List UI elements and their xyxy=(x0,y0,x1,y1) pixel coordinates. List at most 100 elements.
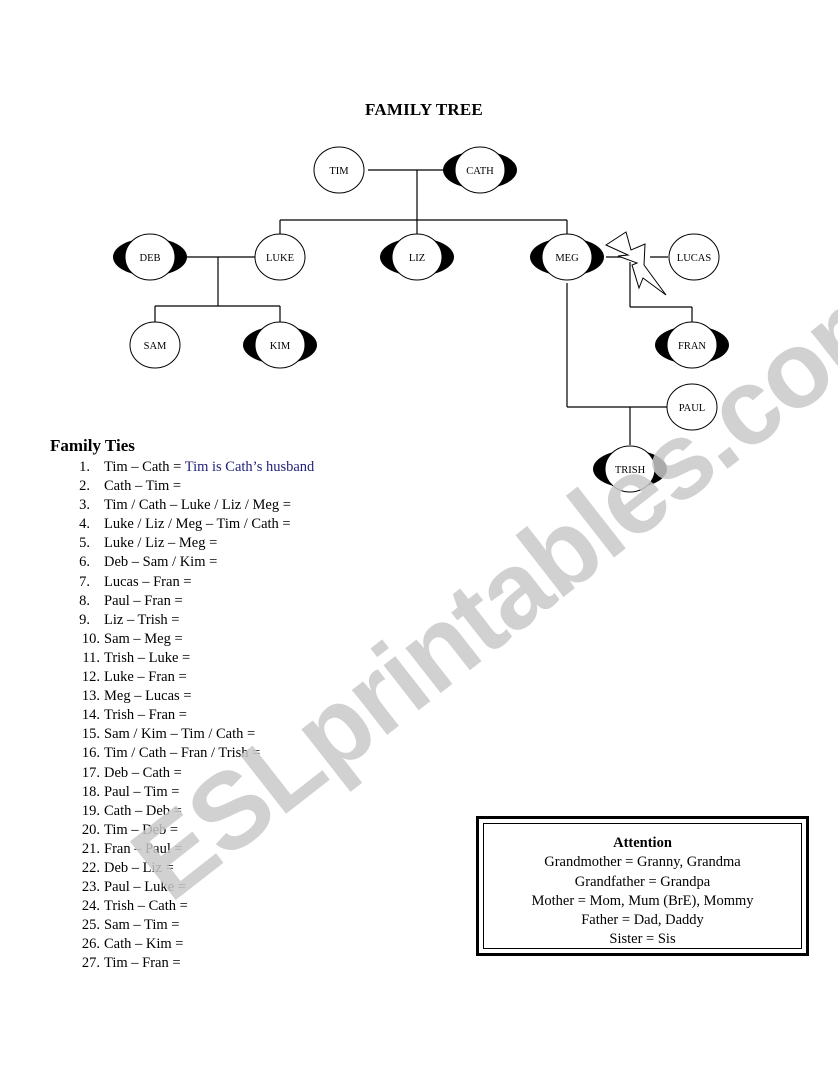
tie-item: 14. Trish – Fran = xyxy=(50,706,314,725)
tie-number: 27. xyxy=(81,955,100,972)
tie-question: Cath – Deb = xyxy=(104,802,182,819)
tie-question: Sam / Kim – Tim / Cath = xyxy=(104,726,256,743)
tie-question: Paul – Luke = xyxy=(104,879,186,896)
person-name-label: TRISH xyxy=(615,465,646,476)
tie-number: 15. xyxy=(81,726,100,743)
person-node-trish: TRISH xyxy=(593,445,667,493)
tie-number: 17. xyxy=(81,764,100,781)
attention-heading: Attention xyxy=(613,835,672,851)
tie-question: Tim / Cath – Luke / Liz / Meg = xyxy=(104,497,291,514)
tie-number: 21. xyxy=(81,840,100,857)
tie-question: Tim – Deb = xyxy=(104,821,179,838)
tie-number: 9. xyxy=(79,611,90,628)
person-name-label: KIM xyxy=(270,341,291,352)
tie-question: Luke – Fran = xyxy=(104,669,187,686)
tie-number: 1. xyxy=(79,459,90,475)
tie-item: 20. Tim – Deb = xyxy=(50,821,314,840)
person-name-label: LIZ xyxy=(409,253,425,264)
person-name-label: LUCAS xyxy=(677,253,712,264)
tie-question: Tim – Fran = xyxy=(104,955,181,972)
tie-question: Lucas – Fran = xyxy=(104,573,192,590)
person-node-luke: LUKE xyxy=(254,233,306,281)
person-name-label: MEG xyxy=(555,253,579,264)
tie-item: 7. Lucas – Fran = xyxy=(50,573,314,592)
tie-item: 11. Trish – Luke = xyxy=(50,649,314,668)
tie-number: 26. xyxy=(81,936,100,953)
tie-question: Trish – Luke = xyxy=(104,649,191,666)
tie-number: 6. xyxy=(79,554,90,571)
person-node-kim: KIM xyxy=(243,321,317,369)
tie-number: 22. xyxy=(81,859,100,876)
tie-question: Paul – Tim = xyxy=(104,783,180,800)
tie-item: 17. Deb – Cath = xyxy=(50,764,314,783)
tie-number: 20. xyxy=(81,821,100,838)
tie-item: 25. Sam – Tim = xyxy=(50,916,314,935)
tie-item: 3. Tim / Cath – Luke / Liz / Meg = xyxy=(50,496,314,515)
tie-number: 11. xyxy=(82,649,100,666)
tie-item: 23. Paul – Luke = xyxy=(50,878,314,897)
person-node-paul: PAUL xyxy=(666,383,718,431)
tie-number: 19. xyxy=(81,802,100,819)
tie-question: Deb – Cath = xyxy=(104,764,182,781)
tie-item: 21. Fran – Paul = xyxy=(50,840,314,859)
tie-question: Luke / Liz / Meg – Tim / Cath = xyxy=(104,516,291,533)
person-node-fran: FRAN xyxy=(655,321,729,369)
tie-item: 16. Tim / Cath – Fran / Trish = xyxy=(50,744,314,763)
tie-number: 2. xyxy=(79,478,90,495)
tie-question: Trish – Cath = xyxy=(104,898,188,915)
tie-number: 5. xyxy=(79,535,90,552)
tie-number: 8. xyxy=(79,592,90,609)
tie-number: 3. xyxy=(79,497,90,514)
person-node-sam: SAM xyxy=(129,321,181,369)
tie-item: 24. Trish – Cath = xyxy=(50,897,314,916)
person-node-lucas: LUCAS xyxy=(668,233,720,281)
tie-item: 13. Meg – Lucas = xyxy=(50,687,314,706)
tie-question: Cath – Kim = xyxy=(104,936,184,953)
tie-answer: Tim is Cath’s husband xyxy=(184,459,315,475)
tie-number: 16. xyxy=(81,745,100,762)
person-node-deb: DEB xyxy=(113,233,187,281)
person-node-liz: LIZ xyxy=(380,233,454,281)
person-node-tim: TIM xyxy=(313,146,365,194)
tie-question: Deb – Sam / Kim = xyxy=(104,554,218,571)
family-ties-heading: Family Ties xyxy=(50,436,135,455)
tie-item: 6. Deb – Sam / Kim = xyxy=(50,553,314,572)
tie-item: 18. Paul – Tim = xyxy=(50,783,314,802)
person-node-meg: MEG xyxy=(530,233,604,281)
attention-box-inner: Attention Grandmother = Granny, Grandma G… xyxy=(483,823,802,949)
tie-item: 12. Luke – Fran = xyxy=(50,668,314,687)
tie-question: Liz – Trish = xyxy=(104,611,180,628)
attention-line: Grandmother = Granny, Grandma xyxy=(544,854,741,871)
tie-question: Fran – Paul = xyxy=(104,840,183,857)
person-name-label: LUKE xyxy=(266,253,294,264)
tie-item: 1. Tim – Cath = Tim is Cath’s husband xyxy=(50,458,314,477)
tie-number: 4. xyxy=(79,516,90,533)
tie-item: 27. Tim – Fran = xyxy=(50,954,314,973)
attention-line: Father = Dad, Daddy xyxy=(581,912,704,929)
divorce-lightning-icon xyxy=(604,231,667,296)
person-name-label: TIM xyxy=(329,166,349,177)
tie-number: 14. xyxy=(81,707,100,724)
attention-line: Sister = Sis xyxy=(609,931,676,948)
tie-item: 26. Cath – Kim = xyxy=(50,935,314,954)
tie-number: 10. xyxy=(81,630,100,647)
tie-question: Sam – Meg = xyxy=(104,630,183,647)
person-name-label: DEB xyxy=(140,253,161,264)
attention-line: Grandfather = Grandpa xyxy=(574,873,711,890)
tie-question: Tim / Cath – Fran / Trish = xyxy=(104,745,261,762)
tie-item: 10. Sam – Meg = xyxy=(50,630,314,649)
tie-number: 13. xyxy=(81,688,100,705)
tie-item: 9. Liz – Trish = xyxy=(50,611,314,630)
person-name-label: SAM xyxy=(144,341,167,352)
tie-question: Paul – Fran = xyxy=(104,592,183,609)
person-node-cath: CATH xyxy=(443,146,517,194)
worksheet-page: FAMILY TREE TIM CATH DEB LUKE LIZ MEG LU… xyxy=(0,0,838,1086)
person-name-label: FRAN xyxy=(678,341,706,352)
tie-item: 8. Paul – Fran = xyxy=(50,592,314,611)
tie-number: 23. xyxy=(81,879,100,896)
attention-box: Attention Grandmother = Granny, Grandma G… xyxy=(476,816,809,956)
tie-number: 24. xyxy=(81,898,100,915)
person-name-label: PAUL xyxy=(679,403,705,414)
person-name-label: CATH xyxy=(466,166,494,177)
tie-question: Deb – Liz = xyxy=(104,859,174,876)
